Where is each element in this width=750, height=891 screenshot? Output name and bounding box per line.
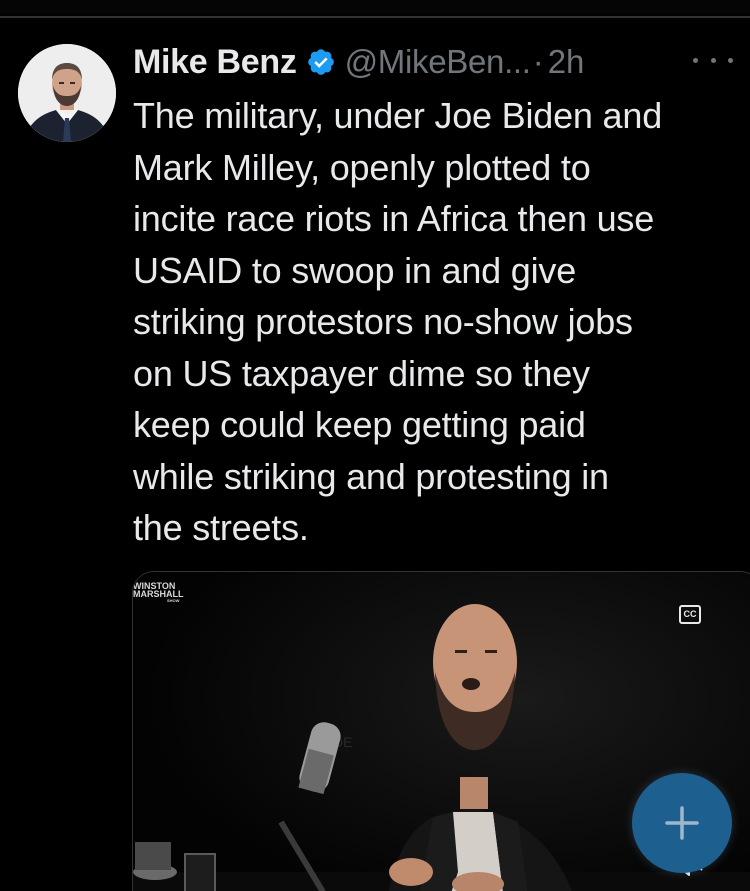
timeline-page: Mike Benz @MikeBen... · 2h The military,…	[0, 0, 750, 891]
verified-badge-icon[interactable]	[306, 47, 336, 77]
avatar[interactable]	[18, 44, 116, 142]
avatar-image	[18, 44, 116, 142]
more-dot	[710, 57, 716, 63]
author-handle[interactable]: @MikeBen...	[345, 43, 531, 81]
closed-captions-icon[interactable]: CC	[679, 605, 701, 624]
author-display-name[interactable]: Mike Benz	[133, 43, 297, 82]
tweet-header: Mike Benz @MikeBen... · 2h	[133, 40, 733, 84]
separator: ·	[532, 43, 544, 80]
tweet-text: The military, under Joe Biden and Mark M…	[133, 95, 663, 548]
show-watermark: WINSTON MARSHALL SHOW	[133, 582, 184, 604]
compose-button[interactable]	[632, 773, 732, 873]
plus-icon	[665, 806, 699, 840]
tweet-timestamp[interactable]: 2h	[548, 43, 585, 81]
previous-tweet-edge	[0, 0, 750, 14]
more-horizontal-icon[interactable]	[693, 50, 733, 70]
more-dot	[728, 57, 733, 63]
tweet[interactable]: Mike Benz @MikeBen... · 2h The military,…	[0, 18, 750, 891]
more-dot	[693, 57, 698, 63]
